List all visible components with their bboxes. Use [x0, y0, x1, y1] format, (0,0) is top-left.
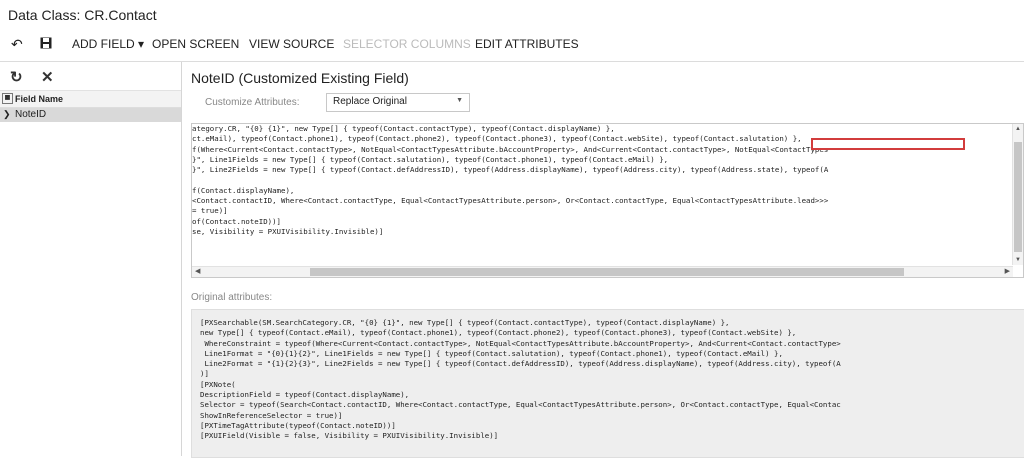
- scroll-down-icon[interactable]: ▼: [1015, 257, 1021, 263]
- original-code-line: Line1Format = "{0}{1}{2}", Line1Fields =…: [200, 348, 783, 358]
- add-field-button[interactable]: ADD FIELD ▾: [72, 37, 144, 51]
- editor-code-line: of(Contact.noteID))]: [192, 216, 281, 226]
- field-list-toolbar: ↻ ✕: [0, 62, 181, 91]
- edit-attributes-button[interactable]: EDIT ATTRIBUTES: [475, 37, 579, 51]
- original-code-line: [PXNote(: [200, 379, 236, 389]
- page-title: Data Class: CR.Contact: [8, 7, 157, 23]
- editor-code-line: }", Line1Fields = new Type[] { typeof(Co…: [192, 154, 669, 164]
- selector-columns-button[interactable]: SELECTOR COLUMNS: [343, 37, 471, 51]
- save-icon-graphic: [40, 37, 52, 49]
- open-screen-button[interactable]: OPEN SCREEN: [152, 37, 239, 51]
- editor-code-line: }", Line2Fields = new Type[] { typeof(Co…: [192, 165, 829, 175]
- original-attributes-label: Original attributes:: [191, 292, 273, 303]
- editor-vertical-scrollbar[interactable]: ▲ ▼: [1012, 124, 1023, 265]
- original-attributes-box: [PXSearchable(SM.SearchCategory.CR, "{0}…: [191, 309, 1024, 458]
- editor-code-line: f(Where<Current<Contact.contactType>, No…: [192, 144, 829, 154]
- toolbar: ↶ ADD FIELD ▾ OPEN SCREEN VIEW SOURCE SE…: [0, 34, 1024, 56]
- editor-code-line: se, Visibility = PXUIVisibility.Invisibl…: [192, 226, 384, 236]
- undo-icon[interactable]: ↶: [11, 36, 23, 53]
- original-code-line: new Type[] { typeof(Contact.eMail), type…: [200, 328, 797, 338]
- editor-code-line: [192, 175, 828, 185]
- column-header-field-name[interactable]: Field Name: [15, 94, 63, 104]
- original-code-line: [PXUIField(Visible = false, Visibility =…: [200, 431, 499, 441]
- editor-horizontal-scrollbar[interactable]: ◀ ▶: [192, 266, 1013, 277]
- editor-code-line: = true)]: [192, 206, 228, 216]
- original-code-line: )]: [200, 369, 209, 379]
- editor-code[interactable]: ategory.CR, "{0} {1}", new Type[] { type…: [192, 124, 828, 237]
- chevron-down-icon: ▼: [456, 97, 463, 104]
- save-icon[interactable]: [40, 36, 52, 52]
- editor-code-line: ct.eMail), typeof(Contact.phone1), typeo…: [192, 134, 802, 144]
- horizontal-scroll-thumb[interactable]: [310, 268, 904, 276]
- attributes-editor[interactable]: ategory.CR, "{0} {1}", new Type[] { type…: [191, 123, 1024, 278]
- original-code-line: Line2Format = "{1}{2}{3}", Line2Fields =…: [200, 359, 841, 369]
- refresh-icon[interactable]: ↻: [10, 68, 23, 86]
- editor-code-line: f(Contact.displayName),: [192, 185, 295, 195]
- original-code-line: WhereConstraint = typeof(Where<Current<C…: [200, 338, 841, 348]
- editor-code-line: ategory.CR, "{0} {1}", new Type[] { type…: [192, 124, 615, 133]
- scroll-up-icon[interactable]: ▲: [1015, 126, 1021, 132]
- field-row[interactable]: ❯ NoteID: [0, 108, 181, 122]
- customize-attributes-select[interactable]: Replace Original ▼: [326, 93, 470, 112]
- field-list-pane: ↻ ✕ ▦ Field Name ❯ NoteID: [0, 62, 182, 456]
- original-code-line: [PXSearchable(SM.SearchCategory.CR, "{0}…: [200, 318, 730, 327]
- original-code-line: [PXTimeTagAttribute(typeof(Contact.noteI…: [200, 420, 396, 430]
- field-row-label: NoteID: [15, 109, 47, 120]
- editor-code-line: <Contact.contactID, Where<Contact.contac…: [192, 196, 829, 206]
- original-code-line: DescriptionField = typeof(Contact.displa…: [200, 390, 410, 400]
- original-code-line: Selector = typeof(Search<Contact.contact…: [200, 400, 841, 410]
- customize-attributes-value: Replace Original: [333, 96, 407, 107]
- original-code-line: ShowInReferenceSelector = true)]: [200, 410, 343, 420]
- current-row-arrow-icon: ❯: [3, 109, 11, 119]
- scroll-left-icon[interactable]: ◀: [195, 267, 200, 275]
- view-source-button[interactable]: VIEW SOURCE: [249, 37, 334, 51]
- customize-attributes-label: Customize Attributes:: [205, 97, 300, 108]
- vertical-scroll-thumb[interactable]: [1014, 142, 1022, 252]
- scroll-right-icon[interactable]: ▶: [1005, 267, 1010, 275]
- grid-settings-icon[interactable]: ▦: [2, 93, 13, 104]
- close-icon[interactable]: ✕: [41, 68, 54, 86]
- original-code: [PXSearchable(SM.SearchCategory.CR, "{0}…: [200, 318, 841, 442]
- field-grid-header: ▦ Field Name: [0, 91, 181, 108]
- salutation-highlight: [811, 138, 965, 150]
- field-title: NoteID (Customized Existing Field): [191, 70, 409, 86]
